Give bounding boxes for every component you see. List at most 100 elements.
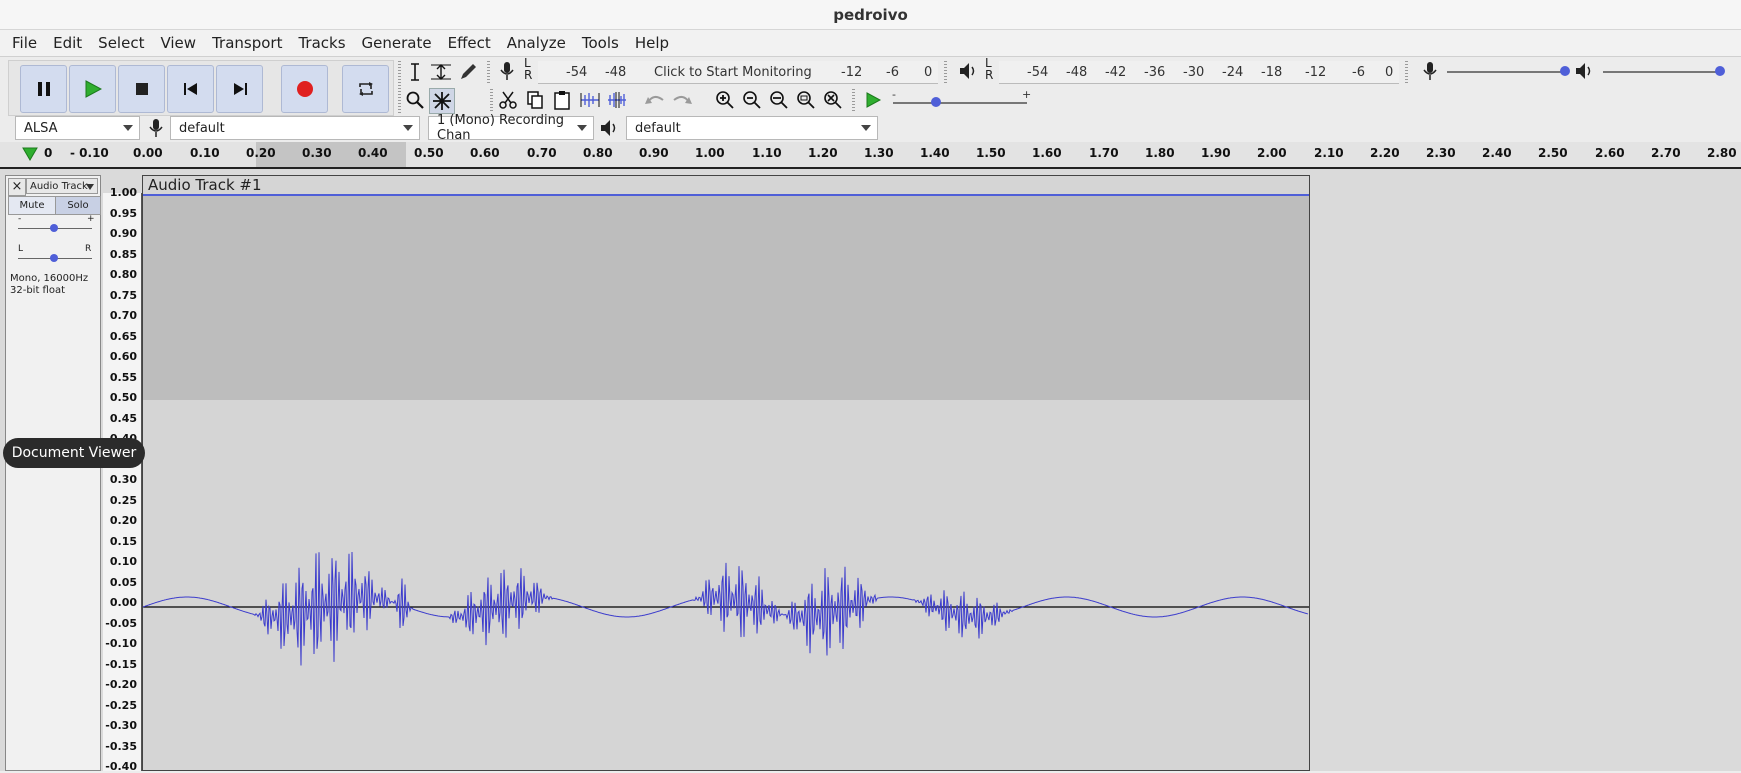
trim-audio-icon[interactable] [578,88,602,112]
clip-title-bar[interactable]: Audio Track #1 [143,176,1309,194]
fit-project-icon[interactable] [794,88,818,112]
ruler-tick-label: 0.90 [639,146,669,160]
zoom-in-icon[interactable] [713,88,737,112]
ruler-tick-label: 1.60 [1032,146,1062,160]
transport-toolbar [8,60,394,116]
multi-tool-icon[interactable] [429,88,455,114]
cut-icon[interactable] [496,88,520,112]
waveform [143,551,1309,666]
toolbar-grip[interactable] [1405,61,1408,83]
record-button[interactable] [281,65,328,113]
play-speed-thumb[interactable] [931,97,941,107]
toolbar-grip[interactable] [490,89,493,111]
record-icon [296,81,313,97]
toolbar-grip[interactable] [398,61,401,113]
recording-channels-select[interactable]: 1 (Mono) Recording Chan [428,113,594,143]
close-track-button[interactable]: × [8,178,26,196]
menu-analyze[interactable]: Analyze [499,34,574,52]
play-at-speed-icon[interactable] [861,88,885,112]
amplitude-tick-label: -0.30 [105,719,137,732]
toolbar-grip[interactable] [944,61,947,83]
skip-start-button[interactable] [167,65,214,113]
ruler-tick-label: 1.20 [808,146,838,160]
play-meter-lr: LR [985,56,994,82]
amplitude-tick-label: -0.25 [105,698,137,712]
amplitude-tick-label: 0.75 [109,288,137,302]
ruler-tick-label: 2.30 [1426,146,1456,160]
amplitude-tick-label: -0.40 [105,760,137,773]
recording-device-select[interactable]: default [170,116,420,140]
redo-icon[interactable] [670,88,694,112]
menu-help[interactable]: Help [627,34,677,52]
play-meter[interactable]: -54 -48 -42 -36 -30 -24 -18 -12 -6 0 [999,61,1399,84]
play-button[interactable] [69,65,116,113]
menu-select[interactable]: Select [90,34,152,52]
gain-thumb[interactable] [50,224,58,232]
play-icon [85,80,102,98]
amplitude-tick-label: -0.10 [105,637,137,650]
play-meter-speaker-icon[interactable] [956,59,980,83]
silence-audio-icon[interactable] [605,88,629,112]
audio-host-select[interactable]: ALSA [15,116,140,140]
play-head-icon[interactable] [22,147,38,161]
amplitude-tick-label: 0.90 [109,227,137,240]
chevron-down-icon [403,125,413,131]
zoom-toggle-icon[interactable] [821,88,845,112]
menu-generate[interactable]: Generate [354,34,440,52]
menu-edit[interactable]: Edit [45,34,90,52]
loop-button[interactable] [342,65,389,113]
recording-volume-slider[interactable] [1447,71,1569,73]
playback-volume-slider[interactable] [1603,71,1723,73]
menu-view[interactable]: View [152,34,204,52]
ruler-tick-label: 0.20 [246,146,276,160]
recording-device-mic-icon [144,116,168,140]
play-speed-slider[interactable] [893,102,1027,104]
playback-volume-thumb[interactable] [1715,66,1725,76]
window-title: pedroivo [833,5,908,24]
menu-effect[interactable]: Effect [440,34,499,52]
ruler-tick-label: 2.50 [1538,146,1568,160]
ruler-tick-label: 2.70 [1651,146,1681,160]
menu-transport[interactable]: Transport [204,34,290,52]
pan-thumb[interactable] [50,254,58,262]
amplitude-tick-label: 0.50 [109,391,137,404]
toolbar-grip[interactable] [487,61,490,83]
playback-device-select[interactable]: default [626,116,878,140]
pause-button[interactable] [20,65,67,113]
ruler-tick-label: 0.40 [358,146,388,160]
ruler-tick-label: 0.80 [583,146,613,160]
mute-button[interactable]: Mute [8,196,56,215]
amplitude-tick-label: 0.95 [109,206,137,220]
gain-plus-label: + [87,214,95,224]
toolbar-grip[interactable] [852,89,855,111]
skip-end-button[interactable] [216,65,263,113]
track-info: Mono, 16000Hz 32-bit float [10,273,89,296]
record-meter[interactable]: -54 -48 Click to Start Monitoring -12 -6… [538,61,938,84]
copy-icon[interactable] [523,88,547,112]
ruler-tick-label: 1.10 [752,146,782,160]
timeline-ruler[interactable]: 0 - 0.10 0.00 0.10 0.20 0.30 0.40 0.50 0.60 0.70 0… [0,142,1741,169]
menu-file[interactable]: File [4,34,45,52]
waveform-path [143,551,1309,666]
skip-end-icon [233,83,247,95]
record-meter-mic-icon[interactable] [495,59,519,83]
waveform-clip[interactable]: Audio Track #1 [142,175,1310,771]
envelope-tool-icon[interactable] [429,60,453,84]
recording-volume-thumb[interactable] [1560,66,1570,76]
amplitude-tick-label: -0.35 [105,739,137,753]
menu-tracks[interactable]: Tracks [290,34,353,52]
amplitude-ruler: 1.00 0.95 0.90 0.85 0.80 0.75 0.70 0.65 0.60 0.55… [103,186,142,773]
track-menu-button[interactable]: Audio Track [26,178,98,194]
selection-tool-icon[interactable] [403,60,427,84]
amplitude-tick-label: 0.70 [109,309,137,322]
solo-button[interactable]: Solo [55,196,101,215]
amplitude-tick-label: -0.05 [105,616,137,630]
stop-button[interactable] [118,65,165,113]
menu-tools[interactable]: Tools [574,34,627,52]
draw-tool-icon[interactable] [456,60,480,84]
undo-icon[interactable] [643,88,667,112]
fit-selection-icon[interactable] [767,88,791,112]
paste-icon[interactable] [550,88,574,112]
zoom-out-icon[interactable] [740,88,764,112]
zoom-tool-icon[interactable] [403,88,427,112]
